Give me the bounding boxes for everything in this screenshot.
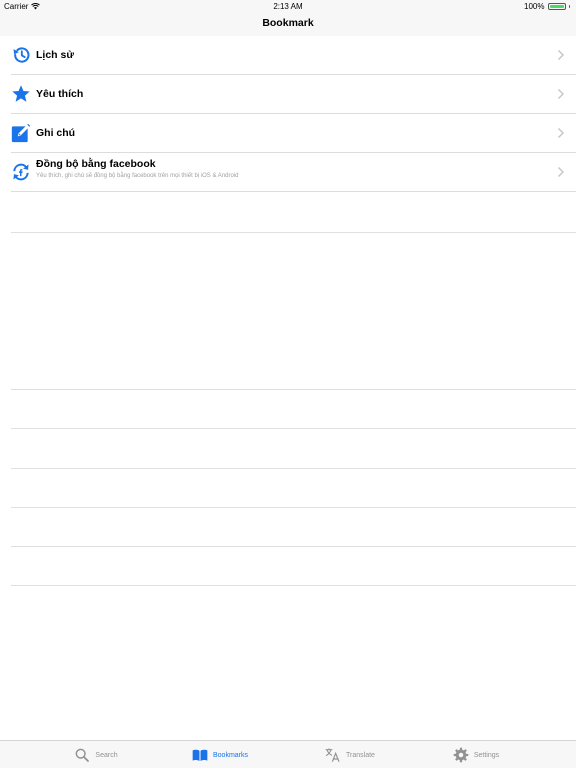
battery-tip <box>568 5 570 8</box>
gear-icon <box>453 747 469 763</box>
chevron-right-icon <box>557 88 565 100</box>
page-title: Bookmark <box>262 17 314 29</box>
nav-bar: Bookmark <box>0 13 576 36</box>
status-right: 100% <box>524 0 570 13</box>
tab-label: Search <box>95 751 118 759</box>
tab-label: Settings <box>473 751 500 759</box>
status-bar: Carrier 2:13 AM 100% <box>0 0 576 13</box>
list-item-sublabel: Yêu thích, ghi chú sẽ đồng bộ bằng faceb… <box>36 173 239 179</box>
chevron-right-icon <box>557 49 565 61</box>
list-item-facebook-sync[interactable]: Đồng bộ bằng facebook Yêu thích, ghi chú… <box>11 153 576 192</box>
list-item-label: Đồng bộ bằng facebook <box>36 158 156 170</box>
empty-row-separator <box>11 468 576 469</box>
empty-row-separator <box>11 585 576 586</box>
tab-settings[interactable]: Settings <box>404 741 548 769</box>
tab-label: Bookmarks <box>212 751 248 759</box>
list-item-history[interactable]: Lịch sử <box>11 36 576 75</box>
book-icon <box>192 749 208 761</box>
tab-search[interactable]: Search <box>24 741 168 769</box>
empty-row-separator <box>11 507 576 508</box>
empty-row-separator <box>11 428 576 429</box>
history-icon <box>13 47 30 63</box>
tab-translate[interactable]: Translate <box>278 741 422 769</box>
search-icon <box>76 748 90 762</box>
tab-bar: Search Bookmarks Translate Settings <box>0 740 576 768</box>
empty-row-separator <box>11 232 576 233</box>
empty-row-separator <box>11 389 576 390</box>
chevron-right-icon <box>557 127 565 139</box>
battery-icon <box>547 3 566 10</box>
translate-icon <box>325 748 340 762</box>
star-icon <box>12 85 30 102</box>
sync-icon <box>13 163 29 181</box>
bookmark-list: Lịch sử Yêu thích Ghi chú Đồng bộ bằng f… <box>0 36 576 192</box>
list-item-label: Yêu thích <box>36 88 84 100</box>
list-item-notes[interactable]: Ghi chú <box>11 114 576 153</box>
tab-bookmarks[interactable]: Bookmarks <box>148 741 292 769</box>
battery-percent: 100% <box>524 2 545 11</box>
list-item-favorites[interactable]: Yêu thích <box>11 75 576 114</box>
empty-row-separator <box>11 546 576 547</box>
chevron-right-icon <box>557 166 565 178</box>
tab-label: Translate <box>346 751 375 759</box>
status-time: 2:13 AM <box>273 2 303 11</box>
note-edit-icon <box>11 123 31 143</box>
list-item-label: Ghi chú <box>36 127 76 139</box>
list-item-label: Lịch sử <box>36 49 74 61</box>
